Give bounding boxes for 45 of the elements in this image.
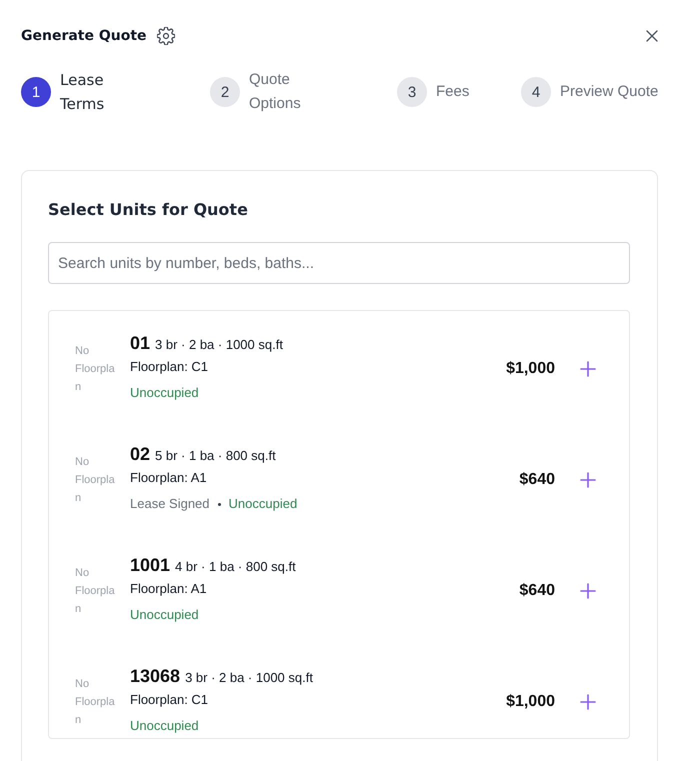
status-label: Unoccupied [130,717,199,735]
close-button[interactable] [646,30,658,42]
plus-icon [580,583,596,599]
unit-specs: 5 br · 1 ba · 800 sq.ft [155,447,276,465]
floorplan-placeholder-text: No Floorplan [75,455,116,506]
status-label: Unoccupied [228,495,298,513]
separator-dot-icon [218,502,221,506]
step-label: Quote Options [249,70,302,114]
floorplan-label: Floorplan: A1 [130,469,207,487]
unit-price: $1,000 [506,693,555,711]
unit-number: 13068 [130,665,180,687]
status-label: Lease Signed [130,495,210,513]
plus-icon [580,472,596,488]
search-field[interactable]: Search units by number, beds, baths... [48,242,630,284]
status-label: Unoccupied [130,384,199,402]
unit-number: 02 [130,443,150,465]
step-label: Preview Quote [560,82,658,102]
unit-number: 01 [130,332,150,354]
floorplan-label: Floorplan: C1 [130,358,208,376]
floorplan-label: Floorplan: C1 [130,691,208,709]
step-number: 3 [397,77,427,107]
status-label: Unoccupied [130,606,199,624]
unit-specs: 3 br · 2 ba · 1000 sq.ft [185,669,313,687]
floorplan-placeholder-text: No Floorplan [75,677,116,728]
unit-price: $640 [519,582,555,600]
floorplan-placeholder-text: No Floorplan [75,566,116,617]
step-label: Lease Terms [60,70,106,115]
step-number: 1 [21,77,51,107]
step-number: 2 [210,77,240,107]
close-icon [646,30,658,42]
step-label: Fees [436,82,470,102]
unit-price: $640 [519,471,555,489]
unit-price: $1,000 [506,360,555,378]
floorplan-placeholder-text: No Floorplan [75,344,116,395]
step-number: 4 [521,77,551,107]
plus-icon [580,694,596,710]
dialog-title: Generate Quote [21,27,147,46]
settings-icon [156,27,175,45]
section-title: Select Units for Quote [48,199,248,221]
unit-specs: 3 br · 2 ba · 1000 sq.ft [155,336,283,354]
unit-specs: 4 br · 1 ba · 800 sq.ft [175,558,296,576]
settings-button[interactable] [156,27,175,45]
unit-number: 1001 [130,554,170,576]
plus-icon [580,361,596,377]
floorplan-label: Floorplan: A1 [130,580,207,598]
